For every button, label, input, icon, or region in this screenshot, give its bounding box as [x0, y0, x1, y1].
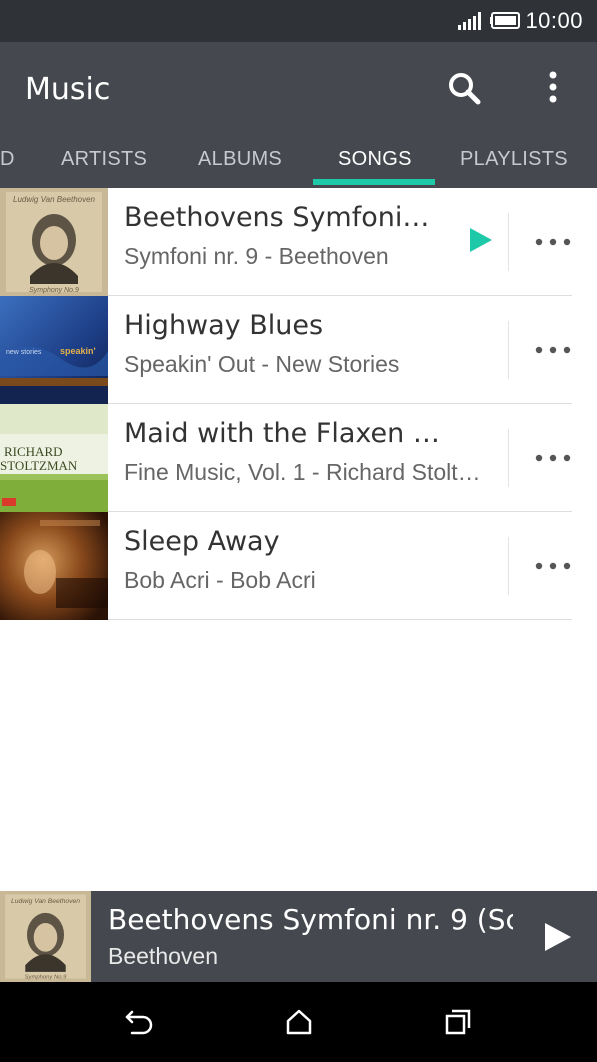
song-title: Highway Blues — [124, 310, 324, 341]
divider — [508, 429, 509, 487]
now-playing-album-art: Ludwig Van Beethoven Symphony No.9 — [0, 891, 91, 982]
signal-icon — [458, 12, 481, 30]
song-row[interactable]: new stories speakin' Highway Blues Speak… — [0, 296, 597, 404]
tab-albums[interactable]: ALBUMS — [198, 148, 282, 171]
svg-text:new stories: new stories — [6, 349, 42, 356]
album-art-speakin-out: new stories speakin' — [0, 296, 108, 404]
page-title: Music — [25, 72, 111, 107]
album-art-fine-music: RICHARD STOLTZMAN — [0, 404, 108, 512]
song-row[interactable]: Sleep Away Bob Acri - Bob Acri — [0, 512, 597, 620]
song-title: Beethovens Symfoni nr. 9 (Scherzo) — [124, 202, 436, 233]
song-title: Maid with the Flaxen Hair — [124, 418, 444, 449]
now-playing-bar[interactable]: Ludwig Van Beethoven Symphony No.9 Beeth… — [0, 891, 597, 982]
song-subtitle: Bob Acri - Bob Acri — [124, 567, 316, 593]
svg-text:Ludwig Van Beethoven: Ludwig Van Beethoven — [11, 898, 80, 905]
song-subtitle: Speakin' Out - New Stories — [124, 351, 400, 377]
svg-text:Symphony No.9: Symphony No.9 — [25, 975, 68, 981]
tab-bar: D ARTISTS ALBUMS SONGS PLAYLISTS — [0, 140, 597, 188]
more-horizontal-icon[interactable] — [533, 232, 573, 252]
divider — [508, 537, 509, 595]
svg-text:RICHARD: RICHARD — [4, 444, 63, 459]
svg-text:speakin': speakin' — [60, 346, 96, 356]
status-bar: 10:00 — [0, 0, 597, 42]
svg-text:Symphony No.9: Symphony No.9 — [29, 287, 79, 294]
song-row[interactable]: RICHARD STOLTZMAN Maid with the Flaxen H… — [0, 404, 597, 512]
back-icon[interactable] — [124, 1008, 154, 1036]
song-title: Sleep Away — [124, 526, 280, 557]
more-horizontal-icon[interactable] — [533, 448, 573, 468]
song-subtitle: Symfoni nr. 9 - Beethoven — [124, 243, 389, 269]
app-bar: Music D ARTISTS ALBUMS SONGS PLAYLISTS — [0, 42, 597, 188]
now-playing-title: Beethovens Symfoni nr. 9 (Scherzo) — [108, 903, 513, 936]
album-art-beethoven: Ludwig Van Beethoven Symphony No.9 — [0, 188, 108, 296]
tab-playlists[interactable]: PLAYLISTS — [460, 148, 568, 171]
svg-text:Ludwig Van Beethoven: Ludwig Van Beethoven — [13, 195, 96, 204]
navigation-bar — [0, 982, 597, 1062]
search-icon[interactable] — [446, 70, 482, 106]
row-divider — [108, 619, 572, 620]
divider — [508, 213, 509, 271]
album-art-bob-acri — [0, 512, 108, 620]
active-tab-indicator — [313, 179, 435, 185]
song-row[interactable]: Ludwig Van Beethoven Symphony No.9 Beeth… — [0, 188, 597, 296]
song-subtitle: Fine Music, Vol. 1 - Richard Stoltzman — [124, 459, 490, 485]
tab-artists[interactable]: ARTISTS — [61, 148, 147, 171]
play-icon[interactable] — [468, 226, 494, 254]
more-horizontal-icon[interactable] — [533, 340, 573, 360]
home-icon[interactable] — [285, 1008, 313, 1036]
more-vertical-icon[interactable] — [538, 70, 568, 106]
status-time: 10:00 — [525, 8, 583, 33]
now-playing-artist: Beethoven — [108, 943, 218, 969]
svg-text:STOLTZMAN: STOLTZMAN — [0, 458, 78, 473]
recents-icon[interactable] — [444, 1008, 472, 1036]
more-horizontal-icon[interactable] — [533, 556, 573, 576]
play-icon[interactable] — [543, 921, 573, 953]
divider — [508, 321, 509, 379]
battery-icon — [490, 12, 520, 29]
tab-songs[interactable]: SONGS — [338, 148, 412, 171]
tab-partial[interactable]: D — [0, 148, 15, 171]
